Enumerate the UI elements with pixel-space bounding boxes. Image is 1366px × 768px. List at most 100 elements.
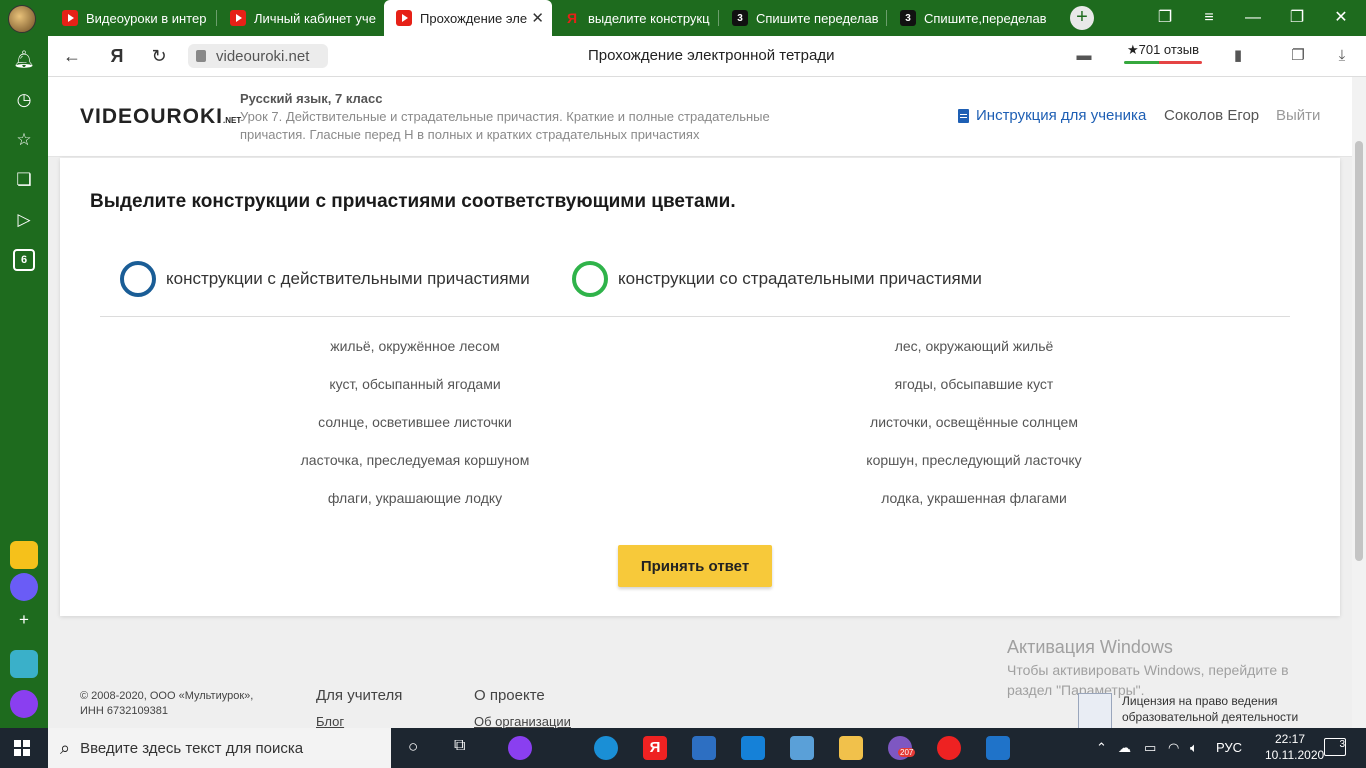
- tab-1[interactable]: Видеоуроки в интер: [50, 0, 216, 36]
- taskbar-search[interactable]: ⌕ Введите здесь текст для поиска: [48, 728, 391, 768]
- file-explorer-icon[interactable]: [839, 736, 863, 760]
- collections-icon[interactable]: ❏: [13, 169, 35, 191]
- footer-organization-link[interactable]: Об организации: [474, 714, 571, 728]
- phrase-item[interactable]: солнце, осветившее листочки: [135, 414, 695, 452]
- tab-title: Спишите переделав: [756, 10, 879, 26]
- activation-title: Активация Windows: [1007, 637, 1173, 657]
- site-footer: © 2008-2020, ООО «Мультиурок», ИНН 67321…: [48, 637, 1352, 728]
- scrollbar-thumb[interactable]: [1355, 141, 1363, 561]
- phrase-item[interactable]: куст, обсыпанный ягодами: [135, 376, 695, 414]
- browser-tab-strip: Видеоуроки в интер Личный кабинет уче Пр…: [0, 0, 1366, 36]
- mail-icon[interactable]: [10, 541, 38, 569]
- edge-icon[interactable]: [594, 736, 618, 760]
- task-instruction: Выделите конструкции с причастиями соотв…: [90, 191, 736, 212]
- lesson-title: Урок 7. Действительные и страдательные п…: [240, 109, 770, 142]
- instructions-link[interactable]: Инструкция для ученика: [958, 107, 1146, 124]
- logout-link[interactable]: Выйти: [1276, 107, 1320, 124]
- sidebar-badge-icon[interactable]: 6: [13, 249, 35, 271]
- tab-title: Видеоуроки в интер: [86, 10, 207, 26]
- divider: [100, 316, 1290, 317]
- phrase-item[interactable]: лес, окружающий жильё: [694, 338, 1254, 376]
- notifications-icon[interactable]: 3: [1324, 738, 1346, 756]
- task-view-icon[interactable]: ⧉: [454, 737, 465, 755]
- language-indicator[interactable]: РУС: [1216, 740, 1242, 755]
- phrase-item[interactable]: ласточка, преследуемая коршуном: [135, 452, 695, 490]
- legend-passive-participles[interactable]: конструкции со страдательными причастиям…: [572, 261, 982, 297]
- taskbar-clock[interactable]: 22:17 10.11.2020: [1265, 731, 1324, 763]
- instructions-label: Инструкция для ученика: [976, 107, 1147, 124]
- url-field[interactable]: videouroki.net: [188, 44, 328, 68]
- tab-2[interactable]: Личный кабинет уче: [218, 0, 384, 36]
- tab-title: Прохождение эле: [420, 10, 528, 26]
- back-arrow-icon[interactable]: ←: [60, 44, 84, 68]
- phrases-left-column: жильё, окружённое лесом куст, обсыпанный…: [135, 338, 695, 528]
- phrases-right-column: лес, окружающий жильё ягоды, обсыпавшие …: [694, 338, 1254, 528]
- tab-separator: [886, 10, 887, 26]
- photos-viewer-icon[interactable]: [790, 736, 814, 760]
- volume-icon[interactable]: 🔈︎: [1190, 740, 1198, 756]
- yandex-browser-taskbar-icon[interactable]: [937, 736, 961, 760]
- phrase-item[interactable]: ягоды, обсыпавшие куст: [694, 376, 1254, 414]
- chevron-up-icon[interactable]: ⌃: [1096, 740, 1107, 756]
- cortana-icon[interactable]: ○: [408, 737, 418, 757]
- star-icon[interactable]: ☆: [13, 129, 35, 151]
- legend-active-participles[interactable]: конструкции с действительными причастиям…: [120, 261, 530, 297]
- user-name[interactable]: Соколов Егор: [1164, 107, 1259, 124]
- phrase-item[interactable]: листочки, освещённые солнцем: [694, 414, 1254, 452]
- tab-6[interactable]: 3 Спишите,переделав: [888, 0, 1054, 36]
- close-window-icon[interactable]: ✕: [1326, 6, 1356, 30]
- viber-badge: 207: [898, 748, 916, 757]
- site-logo[interactable]: VIDEOUROKI.NET: [80, 105, 241, 129]
- phrase-item[interactable]: флаги, украшающие лодку: [135, 490, 695, 528]
- mail-taskbar-icon[interactable]: [741, 736, 765, 760]
- profile-avatar[interactable]: [8, 5, 36, 33]
- comment-icon[interactable]: ▬: [1074, 46, 1094, 66]
- messenger-icon[interactable]: [10, 573, 38, 601]
- extensions-icon[interactable]: ❐: [1288, 46, 1308, 66]
- lock-icon: [196, 50, 206, 62]
- history-clock-icon[interactable]: ◷: [13, 89, 35, 111]
- address-bar: ← Я ↻ videouroki.net Прохождение электро…: [48, 36, 1366, 77]
- windows-start-icon[interactable]: [14, 740, 30, 756]
- page-scrollbar[interactable]: [1352, 77, 1366, 728]
- bell-icon[interactable]: 🔔︎: [13, 49, 35, 71]
- logo-suffix: .NET: [223, 116, 242, 125]
- send-icon[interactable]: [10, 650, 38, 678]
- footer-teacher-heading: Для учителя: [316, 687, 403, 704]
- tab-3-active[interactable]: Прохождение эле ✕: [384, 0, 552, 36]
- wifi-icon[interactable]: ◠: [1168, 740, 1179, 756]
- tab-4[interactable]: Я выделите конструкц: [552, 0, 718, 36]
- rating-bar: [1124, 61, 1202, 64]
- tabs-manager-icon[interactable]: ❐: [1150, 6, 1180, 30]
- tab-5[interactable]: 3 Спишите переделав: [720, 0, 886, 36]
- reviews-badge[interactable]: ★701 отзыв: [1124, 42, 1202, 64]
- add-icon[interactable]: +: [13, 609, 35, 631]
- windows-taskbar: ⌕ Введите здесь текст для поиска ○ ⧉ Я 2…: [0, 728, 1366, 768]
- search-icon: ⌕: [60, 737, 71, 758]
- menu-icon[interactable]: ≡: [1194, 6, 1224, 30]
- bookmark-icon[interactable]: ▮: [1228, 46, 1248, 66]
- yandex-taskbar-icon[interactable]: Я: [643, 736, 667, 760]
- play-icon[interactable]: ▷: [13, 209, 35, 231]
- restore-icon[interactable]: ❐: [1282, 6, 1312, 30]
- phrase-item[interactable]: жильё, окружённое лесом: [135, 338, 695, 376]
- close-tab-icon[interactable]: ✕: [531, 9, 544, 27]
- yandex-home-icon[interactable]: Я: [105, 44, 129, 68]
- license-text: Лицензия на право ведения образовательно…: [1122, 694, 1299, 724]
- photos-icon[interactable]: [986, 736, 1010, 760]
- alice-taskbar-icon[interactable]: [508, 736, 532, 760]
- phrase-item[interactable]: лодка, украшенная флагами: [694, 490, 1254, 528]
- reload-icon[interactable]: ↻: [147, 44, 171, 68]
- download-icon[interactable]: ⤓: [1332, 46, 1352, 66]
- cloud-icon[interactable]: ☁: [1118, 740, 1131, 756]
- alice-icon[interactable]: [10, 690, 38, 718]
- footer-blog-link[interactable]: Блог: [316, 714, 344, 728]
- minimize-icon[interactable]: —: [1238, 6, 1268, 30]
- phrase-item[interactable]: коршун, преследующий ласточку: [694, 452, 1254, 490]
- new-tab-button[interactable]: +: [1070, 6, 1094, 30]
- license-badge[interactable]: Лицензия на право ведения образовательно…: [1078, 693, 1312, 728]
- store-icon[interactable]: [692, 736, 716, 760]
- battery-icon[interactable]: ▭: [1144, 740, 1156, 756]
- submit-answer-button[interactable]: Принять ответ: [618, 545, 772, 587]
- tab-separator: [216, 10, 217, 26]
